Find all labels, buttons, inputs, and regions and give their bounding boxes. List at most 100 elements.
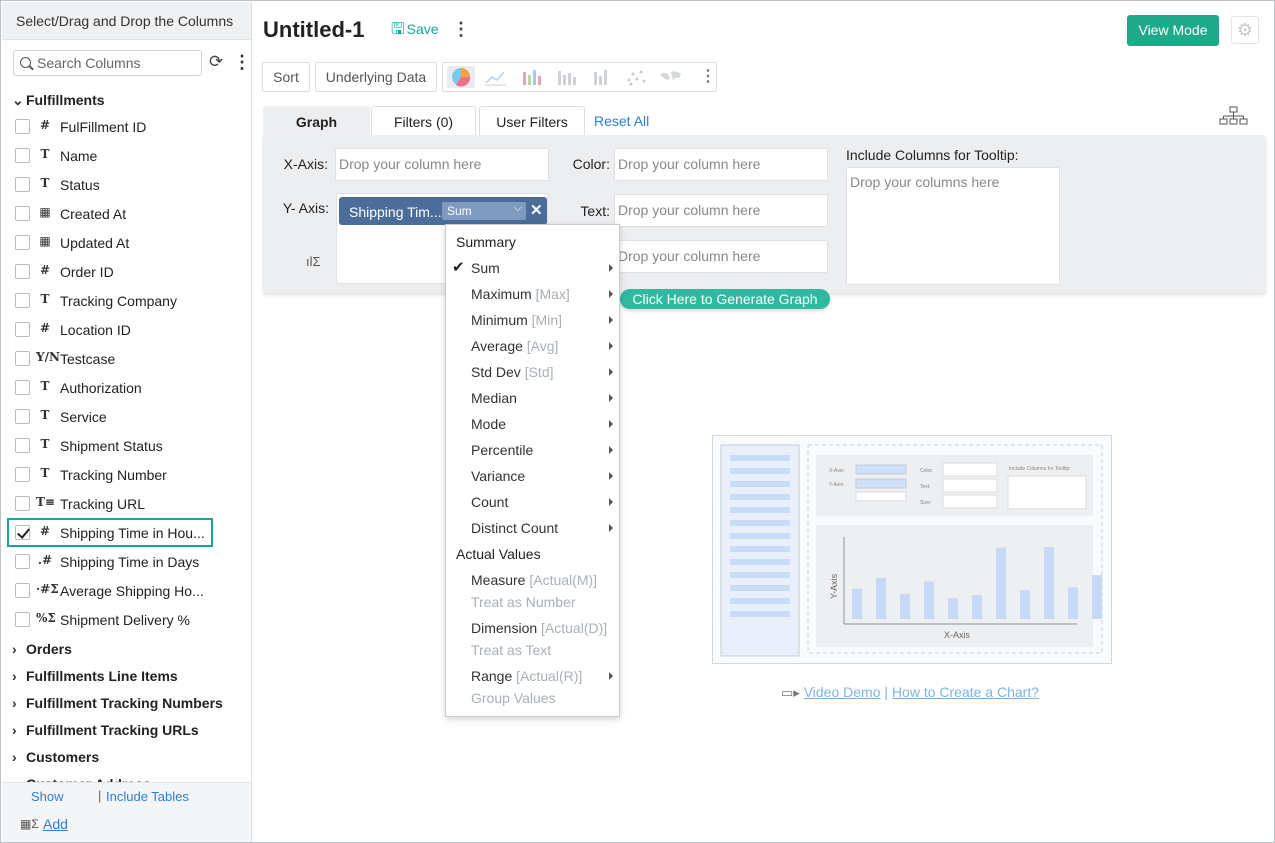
menu-item[interactable]: Minimum [Min]: [446, 309, 619, 331]
tab-graph[interactable]: Graph: [263, 106, 370, 136]
table-group[interactable]: › Fulfillment Tracking URLs: [12, 720, 199, 740]
percent-bar-icon[interactable]: [587, 66, 615, 88]
menu-item[interactable]: Count: [446, 491, 619, 513]
gear-icon[interactable]: ⚙: [1231, 16, 1259, 44]
menu-item[interactable]: Variance: [446, 465, 619, 487]
column-checkbox[interactable]: [15, 380, 30, 395]
column-item[interactable]: .# Shipping Time in Days: [2, 547, 251, 576]
menu-item[interactable]: Measure [Actual(M)]: [446, 569, 619, 591]
column-item[interactable]: # Shipping Time in Hou...: [7, 518, 213, 547]
aggregation-select[interactable]: Sum ⌵: [442, 202, 526, 220]
close-icon[interactable]: ✕: [530, 201, 543, 219]
column-checkbox[interactable]: [15, 554, 30, 569]
search-input[interactable]: [37, 54, 197, 72]
reset-all-link[interactable]: Reset All: [594, 113, 649, 129]
column-item[interactable]: # Location ID: [2, 315, 251, 344]
column-checkbox[interactable]: [15, 409, 30, 424]
menu-item[interactable]: Median: [446, 387, 619, 409]
column-item[interactable]: T Authorization: [2, 373, 251, 402]
column-item[interactable]: # Order ID: [2, 257, 251, 286]
column-checkbox[interactable]: [15, 525, 30, 540]
column-checkbox[interactable]: [15, 119, 30, 134]
illus-tooltip-text: Include Columns for Tooltip:: [1009, 466, 1071, 472]
text-drop-zone[interactable]: Drop your column here: [614, 194, 828, 227]
underlying-data-button[interactable]: Underlying Data: [315, 62, 437, 92]
add-link[interactable]: Add: [43, 816, 68, 832]
column-item[interactable]: ▦ Updated At: [2, 228, 251, 257]
save-button[interactable]: 🖫 Save: [391, 18, 439, 45]
column-item[interactable]: T≡ Tracking URL: [2, 489, 251, 518]
column-item[interactable]: T Status: [2, 170, 251, 199]
menu-item[interactable]: Dimension [Actual(D)]: [446, 617, 619, 639]
menu-item[interactable]: Average [Avg]: [446, 335, 619, 357]
column-type-icon: .#: [37, 553, 53, 567]
column-checkbox[interactable]: [15, 322, 30, 337]
table-group[interactable]: › Customers: [12, 747, 99, 767]
stacked-bar-icon[interactable]: [552, 66, 580, 88]
pie-chart-icon[interactable]: [447, 66, 475, 88]
column-checkbox[interactable]: [15, 206, 30, 221]
column-item[interactable]: T Tracking Number: [2, 460, 251, 489]
refresh-icon[interactable]: ⟳: [209, 53, 225, 70]
tab-user-filters[interactable]: User Filters: [479, 106, 585, 136]
video-demo-link[interactable]: Video Demo: [804, 684, 881, 700]
search-columns-box[interactable]: [13, 50, 202, 76]
column-item[interactable]: T Tracking Company: [2, 286, 251, 315]
column-checkbox[interactable]: [15, 148, 30, 163]
bar-chart-icon[interactable]: [517, 66, 545, 88]
column-checkbox[interactable]: [15, 235, 30, 250]
menu-item[interactable]: Distinct Count: [446, 517, 619, 539]
column-checkbox[interactable]: [15, 438, 30, 453]
table-group-fulfillments[interactable]: ⌄ Fulfillments: [12, 90, 105, 110]
title-more-icon[interactable]: ⋮: [452, 19, 470, 40]
column-checkbox[interactable]: [15, 351, 30, 366]
tooltip-drop-zone[interactable]: Drop your columns here: [846, 167, 1060, 285]
menu-item[interactable]: Range [Actual(R)]: [446, 665, 619, 687]
column-checkbox[interactable]: [15, 496, 30, 511]
view-mode-button[interactable]: View Mode: [1127, 15, 1219, 46]
table-group[interactable]: › Fulfillment Tracking Numbers: [12, 693, 223, 713]
x-axis-drop-zone[interactable]: Drop your column here: [335, 148, 549, 181]
more-options-icon[interactable]: ⋮: [233, 53, 251, 72]
column-item[interactable]: Y/N Testcase: [2, 344, 251, 373]
menu-item[interactable]: Std Dev [Std]: [446, 361, 619, 383]
column-checkbox[interactable]: [15, 583, 30, 598]
report-title[interactable]: Untitled-1: [263, 17, 364, 43]
include-tables-link[interactable]: Include Tables: [106, 789, 189, 804]
column-checkbox[interactable]: [15, 264, 30, 279]
chart-types-more-icon[interactable]: ⋮: [700, 66, 716, 86]
color-drop-zone[interactable]: Drop your column here: [614, 148, 828, 181]
column-item[interactable]: T Shipment Status: [2, 431, 251, 460]
how-to-create-chart-link[interactable]: How to Create a Chart?: [892, 684, 1039, 700]
show-link[interactable]: Show: [31, 789, 64, 804]
menu-item[interactable]: Percentile: [446, 439, 619, 461]
column-label: Average Shipping Ho...: [60, 583, 204, 599]
menu-item[interactable]: ✔ Sum: [446, 257, 619, 279]
hierarchy-icon[interactable]: [1219, 106, 1249, 126]
tab-filters[interactable]: Filters (0): [371, 106, 476, 136]
sort-button[interactable]: Sort: [262, 62, 310, 92]
map-chart-icon[interactable]: [657, 66, 685, 88]
scatter-chart-icon[interactable]: [622, 66, 650, 88]
column-item[interactable]: # FulFillment ID: [2, 112, 251, 141]
column-checkbox[interactable]: [15, 612, 30, 627]
menu-item[interactable]: Maximum [Max]: [446, 283, 619, 305]
size-drop-zone[interactable]: Drop your column here: [614, 240, 828, 273]
table-group[interactable]: › Orders: [12, 639, 72, 659]
generate-graph-button[interactable]: Click Here to Generate Graph: [620, 289, 830, 309]
column-item[interactable]: %Σ Shipment Delivery %: [2, 605, 251, 634]
illus-text-text: Text:: [920, 484, 931, 490]
column-item[interactable]: T Name: [2, 141, 251, 170]
menu-item[interactable]: Mode: [446, 413, 619, 435]
column-checkbox[interactable]: [15, 467, 30, 482]
column-checkbox[interactable]: [15, 177, 30, 192]
column-item[interactable]: T Service: [2, 402, 251, 431]
sigma-chart-icon[interactable]: ılΣ: [306, 254, 321, 269]
column-item[interactable]: ·#Σ Average Shipping Ho...: [2, 576, 251, 605]
column-item[interactable]: ▦ Created At: [2, 199, 251, 228]
column-checkbox[interactable]: [15, 293, 30, 308]
line-chart-icon[interactable]: [482, 66, 510, 88]
table-group[interactable]: › Fulfillments Line Items: [12, 666, 178, 686]
column-label: Tracking URL: [60, 496, 146, 512]
y-axis-pill[interactable]: Shipping Tim... Sum ⌵ ✕: [339, 197, 547, 225]
